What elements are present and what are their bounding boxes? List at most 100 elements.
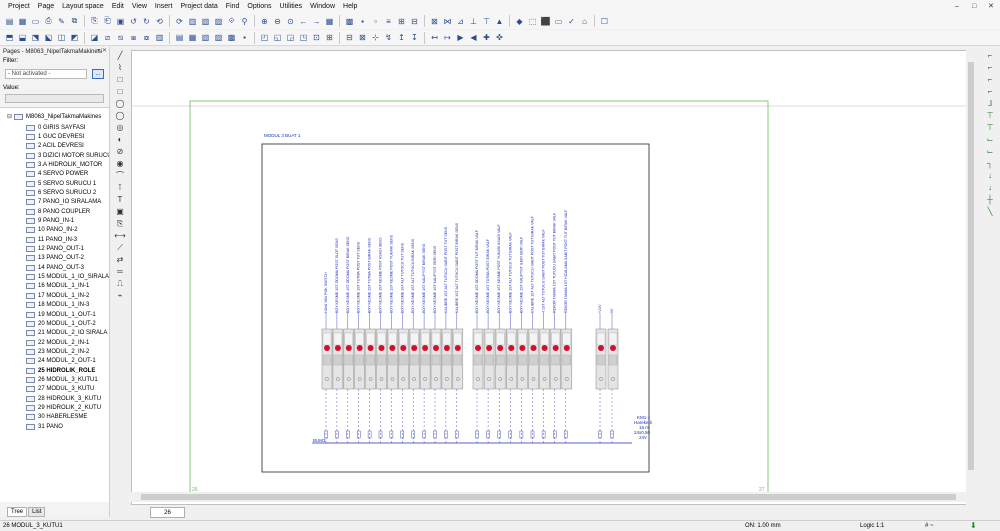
main-tool-icon[interactable]: ▭ <box>553 16 564 27</box>
main-tool-icon[interactable]: ◆ <box>514 16 525 27</box>
close-button[interactable]: ✕ <box>988 0 994 13</box>
tree-page-item[interactable]: 27 MODUL_3_KUTU <box>26 385 94 394</box>
insert-tool-icon[interactable]: ⧇ <box>141 32 152 43</box>
main-tool-icon[interactable]: ≡ <box>383 16 394 27</box>
main-tool-icon[interactable]: ▭ <box>30 16 41 27</box>
terminal-block[interactable] <box>550 313 561 443</box>
draw-tool-icon[interactable]: ⎘ <box>114 218 126 230</box>
main-tool-icon[interactable]: ⊥ <box>468 16 479 27</box>
menu-edit[interactable]: Edit <box>108 0 128 13</box>
tree-page-item[interactable]: 15 MODUL_1_IO_SIRALA <box>26 273 109 282</box>
panel-pin-icon[interactable]: ▾ ✕ <box>97 47 107 54</box>
draw-tool-icon[interactable]: ◎ <box>114 122 126 134</box>
insert-tool-icon[interactable]: ▧ <box>200 32 211 43</box>
menu-project[interactable]: Project <box>4 0 34 13</box>
main-tool-icon[interactable]: ▦ <box>324 16 335 27</box>
tree-page-item[interactable]: 3 DIZICI MOTOR SURUCU <box>26 151 109 160</box>
insert-tool-icon[interactable]: ◫ <box>56 32 67 43</box>
main-tool-icon[interactable]: ⟳ <box>174 16 185 27</box>
main-tool-icon[interactable]: ✓ <box>566 16 577 27</box>
main-tool-icon[interactable]: ⟲ <box>154 16 165 27</box>
insert-tool-icon[interactable]: ⊡ <box>311 32 322 43</box>
filter-select[interactable]: - Not activated - <box>5 69 87 79</box>
main-tool-icon[interactable]: ▥ <box>187 16 198 27</box>
collapse-icon[interactable]: ⊟ <box>7 113 12 120</box>
draw-tool-icon[interactable]: T <box>114 194 126 206</box>
vertical-scrollbar[interactable] <box>966 50 976 505</box>
tree-page-item[interactable]: 17 MODUL_1_IN-2 <box>26 291 89 300</box>
tree-page-item[interactable]: 2 ACIL DEVRESI <box>26 142 84 151</box>
horizontal-scrollbar[interactable] <box>131 492 966 502</box>
insert-tool-icon[interactable]: ⬒ <box>4 32 15 43</box>
terminal-block[interactable] <box>452 313 464 443</box>
menu-layout-space[interactable]: Layout space <box>58 0 108 13</box>
menu-help[interactable]: Help <box>339 0 361 13</box>
tree-page-item[interactable]: 22 MODUL_2_IN-1 <box>26 338 89 347</box>
tree-page-item[interactable]: 28 HIDROLIK_3_KUTU <box>26 394 101 403</box>
insert-tool-icon[interactable]: ↧ <box>409 32 420 43</box>
main-tool-icon[interactable]: ▤ <box>4 16 15 27</box>
main-tool-icon[interactable]: ⊖ <box>272 16 283 27</box>
main-tool-icon[interactable]: ⎗ <box>102 16 113 27</box>
tree-page-item[interactable]: 10 PANO_IN-2 <box>26 226 78 235</box>
tree-page-item[interactable]: 23 MODUL_2_IN-2 <box>26 347 89 356</box>
tree-page-item[interactable]: 31 PANO <box>26 422 63 431</box>
connection-symbol-icon[interactable]: ⊤ <box>984 122 996 134</box>
terminal-block[interactable] <box>528 313 539 443</box>
insert-tool-icon[interactable]: ▪ <box>239 32 250 43</box>
draw-tool-icon[interactable]: ╱ <box>114 50 126 62</box>
insert-tool-icon[interactable]: ◰ <box>259 32 270 43</box>
main-tool-icon[interactable]: ▨ <box>213 16 224 27</box>
terminal-block[interactable] <box>430 313 442 443</box>
draw-tool-icon[interactable]: ◐ <box>114 134 126 146</box>
main-tool-icon[interactable]: ⬚ <box>527 16 538 27</box>
main-tool-icon[interactable]: ▫ <box>370 16 381 27</box>
vertical-scroll-thumb[interactable] <box>968 62 974 470</box>
draw-tool-icon[interactable]: ═ <box>114 266 126 278</box>
download-icon[interactable]: ⬇ <box>970 521 977 531</box>
draw-tool-icon[interactable]: ⌇ <box>114 62 126 74</box>
connection-symbol-icon[interactable]: ⌙ <box>984 146 996 158</box>
main-tool-icon[interactable]: ⊟ <box>409 16 420 27</box>
draw-tool-icon[interactable]: ⟷ <box>114 230 126 242</box>
insert-tool-icon[interactable]: ⬓ <box>17 32 28 43</box>
tree-page-item[interactable]: 30 HABERLESME <box>26 413 87 422</box>
terminal-block[interactable] <box>365 313 376 443</box>
connection-symbol-icon[interactable]: ⌙ <box>984 134 996 146</box>
insert-tool-icon[interactable]: ↯ <box>383 32 394 43</box>
insert-tool-icon[interactable]: ⧄ <box>102 32 113 43</box>
draw-tool-icon[interactable]: ⎍ <box>114 278 126 290</box>
main-tool-icon[interactable]: ⧉ <box>69 16 80 27</box>
terminal-block[interactable] <box>376 313 387 443</box>
insert-tool-icon[interactable]: ⬕ <box>43 32 54 43</box>
tree-page-item[interactable]: 8 PANO COUPLER <box>26 207 90 216</box>
tree-page-item[interactable]: 20 MODUL_1_OUT-2 <box>26 319 96 328</box>
main-tool-icon[interactable]: ⌂ <box>579 16 590 27</box>
page-tab[interactable]: 26 <box>150 507 185 518</box>
tree-page-item[interactable]: 9 PANO_IN-1 <box>26 217 74 226</box>
terminal-block[interactable] <box>332 313 344 443</box>
tree-page-item[interactable]: 13 PANO_OUT-2 <box>26 254 84 263</box>
main-tool-icon[interactable]: ✎ <box>56 16 67 27</box>
value-input[interactable] <box>5 94 104 103</box>
tree-page-item[interactable]: 7 PANO_IO SIRALAMA <box>26 198 101 207</box>
insert-tool-icon[interactable]: ▩ <box>226 32 237 43</box>
insert-tool-icon[interactable]: ↦ <box>442 32 453 43</box>
tree-page-item[interactable]: 26 MODUL_3_KUTU1 <box>26 375 98 384</box>
terminal-block[interactable] <box>483 313 495 443</box>
terminal-block[interactable] <box>441 313 453 443</box>
terminal-block[interactable] <box>472 313 484 443</box>
main-tool-icon[interactable]: ▩ <box>344 16 355 27</box>
connection-symbol-icon[interactable]: ↓ <box>984 170 996 182</box>
insert-tool-icon[interactable]: ⧅ <box>115 32 126 43</box>
insert-tool-icon[interactable]: ◳ <box>298 32 309 43</box>
draw-tool-icon[interactable]: ⌒ <box>114 170 126 182</box>
connection-symbol-icon[interactable]: ⌐ <box>984 74 996 86</box>
menu-window[interactable]: Window <box>306 0 339 13</box>
terminal-block[interactable] <box>343 313 355 443</box>
tree-page-item[interactable]: 24 MODUL_2_OUT-1 <box>26 357 96 366</box>
connection-symbol-icon[interactable]: ┐ <box>984 158 996 170</box>
insert-tool-icon[interactable]: ◱ <box>272 32 283 43</box>
tree-page-item[interactable]: 29 HIDROLIK_2_KUTU <box>26 404 101 413</box>
main-tool-icon[interactable]: ▣ <box>115 16 126 27</box>
